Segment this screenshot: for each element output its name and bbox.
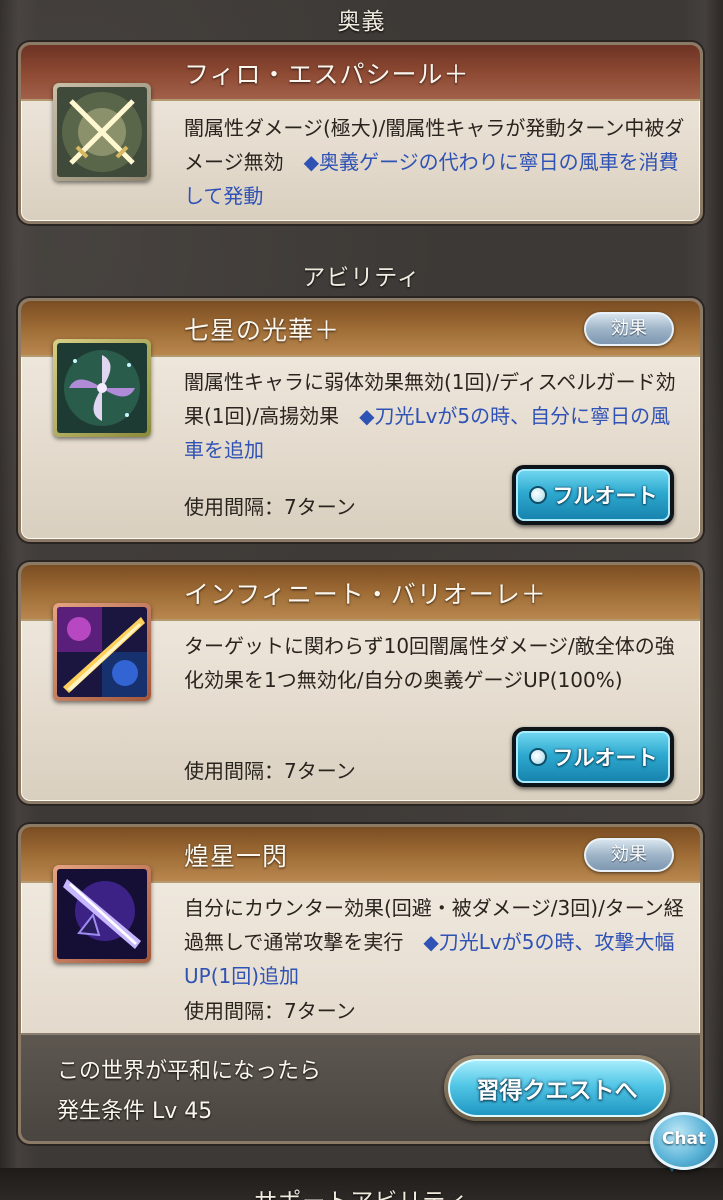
ougi-description: 闇属性ダメージ(極大)/闇属性キャラが発動ターン中被ダメージ無効 ◆奥義ゲージの… [184, 111, 689, 213]
ability-2-description: ターゲットに関わらず10回闇属性ダメージ/敵全体の強化効果を1つ無効化/自分の奥… [184, 629, 689, 697]
ability-3-effect-button[interactable]: 効果 [584, 838, 674, 872]
ability-panel-1: 七星の光華＋ 効果 闇属性キャラに弱体効果無効(1回)/ディスペルガード効果(1… [18, 298, 703, 542]
ability-2-cooldown: 使用間隔：7ターン [184, 759, 356, 783]
ability-1-fullauto-button[interactable]: フルオート [512, 465, 674, 525]
ability-2-fullauto-button[interactable]: フルオート [512, 727, 674, 787]
ougi-icon-frame [53, 83, 151, 181]
ability-1-cooldown: 使用間隔：7ターン [184, 495, 356, 519]
ability-2-icon-frame[interactable] [53, 603, 151, 701]
crossed-swords-icon [57, 87, 147, 177]
ability-2-fullauto-label: フルオート [552, 746, 658, 770]
ougi-name: フィロ・エスパシール＋ [184, 60, 470, 89]
support-section-heading: サポートアビリティ [0, 1182, 723, 1200]
ability-panel-2: インフィニート・バリオーレ＋ ターゲットに関わらず10回闇属性ダメージ/敵全体の… [18, 562, 703, 804]
ability-3-description: 自分にカウンター効果(回避・被ダメージ/3回)/ターン経過無しで通常攻撃を実行 … [184, 891, 689, 993]
ability-panel-3: 煌星一閃 効果 自分にカウンター効果(回避・被ダメージ/3回)/ターン経過無しで… [18, 824, 703, 1144]
ability-1-fullauto-label: フルオート [552, 484, 658, 508]
chat-button[interactable]: Chat [650, 1112, 718, 1170]
learn-quest-strip: この世界が平和になったら 発生条件 Lv 45 習得クエストへ [21, 1033, 700, 1141]
learn-quest-button-label: 習得クエストへ [448, 1059, 666, 1117]
radio-icon [528, 486, 547, 504]
dark-slash-icon [57, 869, 147, 959]
ability-section-heading: アビリティ [302, 265, 421, 291]
ability-2-name: インフィニート・バリオーレ＋ [184, 580, 547, 609]
fireworks-slash-icon [57, 607, 147, 697]
ability-2-desc-text: ターゲットに関わらず10回闇属性ダメージ/敵全体の強化効果を1つ無効化/自分の奥… [184, 634, 675, 692]
ability-3-icon-frame[interactable] [53, 865, 151, 963]
ability-1-description: 闇属性キャラに弱体効果無効(1回)/ディスペルガード効果(1回)/高揚効果 ◆刀… [184, 365, 689, 467]
ability-1-icon-frame[interactable] [53, 339, 151, 437]
ability-3-cooldown: 使用間隔：7ターン [184, 999, 356, 1023]
quest-name: この世界が平和になったら [57, 1059, 322, 1084]
ability-3-name: 煌星一閃 [184, 842, 289, 871]
learn-quest-button[interactable]: 習得クエストへ [444, 1055, 670, 1121]
ability-1-effect-button[interactable]: 効果 [584, 312, 674, 346]
pinwheel-icon [57, 343, 147, 433]
ougi-section-heading: 奥義 [337, 9, 386, 35]
radio-icon [528, 748, 547, 766]
quest-condition: 発生条件 Lv 45 [57, 1099, 213, 1124]
ougi-panel: フィロ・エスパシール＋ 闇属性ダメージ(極大)/闇属性キャラが発動ターン中被ダメ… [18, 42, 703, 224]
ability-1-name: 七星の光華＋ [184, 316, 341, 345]
